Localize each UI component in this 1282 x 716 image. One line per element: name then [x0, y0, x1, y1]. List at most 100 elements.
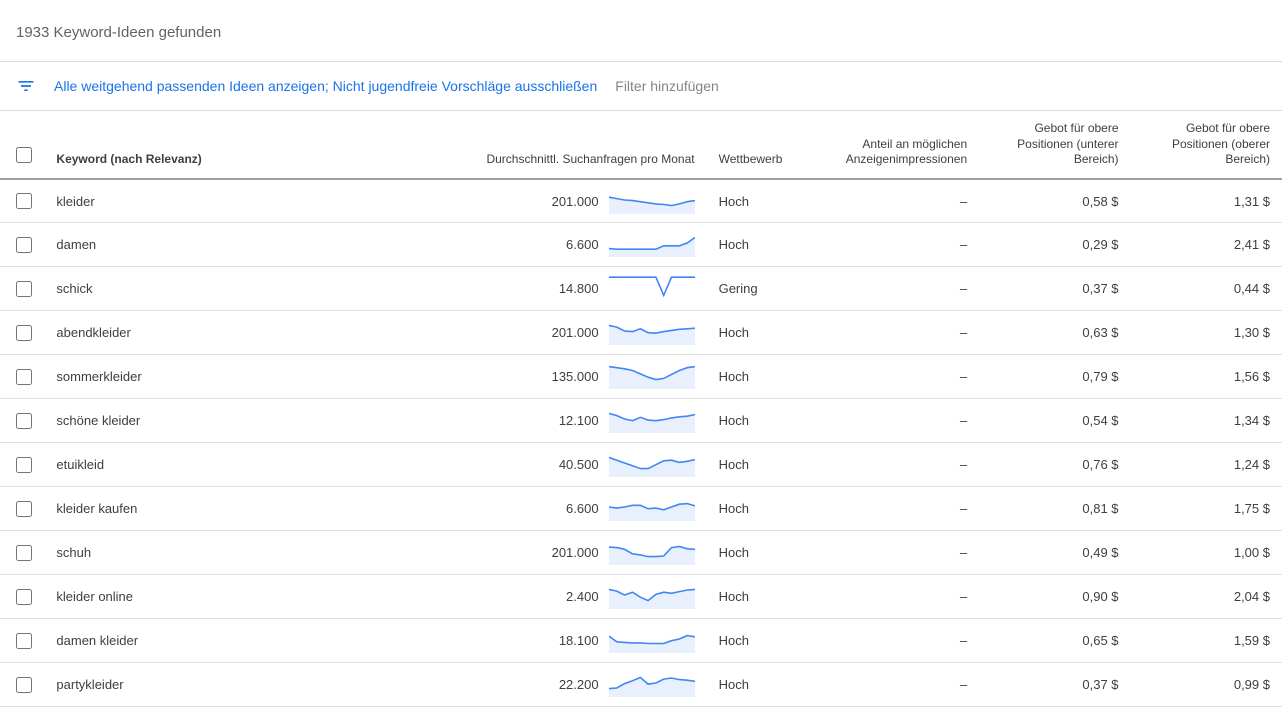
row-checkbox[interactable] — [16, 633, 32, 649]
cell-bid-low: 0,37 $ — [979, 663, 1130, 707]
cell-searches: 201.000 — [388, 179, 707, 223]
row-checkbox-cell — [0, 663, 44, 707]
cell-bid-high: 2,04 $ — [1131, 575, 1282, 619]
filter-bar: Alle weitgehend passenden Ideen anzeigen… — [0, 62, 1282, 111]
add-filter-link[interactable]: Filter hinzufügen — [615, 78, 719, 94]
cell-bid-high: 1,00 $ — [1131, 531, 1282, 575]
table-row: abendkleider 201.000 Hoch – 0,63 $ 1,30 … — [0, 311, 1282, 355]
header-impression-share[interactable]: Anteil an möglichen Anzeigenimpressionen — [828, 111, 979, 179]
cell-searches: 14.800 — [388, 267, 707, 311]
cell-bid-high: 2,41 $ — [1131, 223, 1282, 267]
sparkline-chart — [609, 493, 695, 524]
cell-searches: 18.100 — [388, 619, 707, 663]
row-checkbox-cell — [0, 619, 44, 663]
sparkline-chart — [609, 669, 695, 700]
row-checkbox[interactable] — [16, 369, 32, 385]
cell-bid-high: 1,75 $ — [1131, 487, 1282, 531]
cell-bid-high: 1,24 $ — [1131, 443, 1282, 487]
filter-icon[interactable] — [16, 76, 36, 96]
table-row: etuikleid 40.500 Hoch – 0,76 $ 1,24 $ — [0, 443, 1282, 487]
cell-competition: Hoch — [707, 575, 828, 619]
cell-competition: Hoch — [707, 487, 828, 531]
header-bid-low[interactable]: Gebot für obere Positionen (unterer Bere… — [979, 111, 1130, 179]
cell-competition: Hoch — [707, 619, 828, 663]
cell-competition: Gering — [707, 267, 828, 311]
sparkline-chart — [609, 186, 695, 217]
cell-bid-high: 1,34 $ — [1131, 399, 1282, 443]
cell-bid-low: 0,54 $ — [979, 399, 1130, 443]
row-checkbox[interactable] — [16, 457, 32, 473]
header-searches[interactable]: Durchschnittl. Suchanfragen pro Monat — [388, 111, 707, 179]
cell-impression-share: – — [828, 223, 979, 267]
keyword-ideas-table: Keyword (nach Relevanz) Durchschnittl. S… — [0, 111, 1282, 707]
cell-searches: 6.600 — [388, 223, 707, 267]
row-checkbox-cell — [0, 399, 44, 443]
table-row: damen 6.600 Hoch – 0,29 $ 2,41 $ — [0, 223, 1282, 267]
sparkline-chart — [609, 537, 695, 568]
search-volume: 18.100 — [539, 633, 599, 648]
row-checkbox-cell — [0, 443, 44, 487]
active-filters-link[interactable]: Alle weitgehend passenden Ideen anzeigen… — [54, 78, 597, 94]
cell-keyword: damen — [44, 223, 387, 267]
sparkline-chart — [609, 625, 695, 656]
cell-searches: 6.600 — [388, 487, 707, 531]
search-volume: 135.000 — [539, 369, 599, 384]
header-keyword[interactable]: Keyword (nach Relevanz) — [44, 111, 387, 179]
cell-keyword: damen kleider — [44, 619, 387, 663]
sparkline-chart — [609, 449, 695, 480]
cell-keyword: kleider online — [44, 575, 387, 619]
sparkline-chart — [609, 317, 695, 348]
row-checkbox[interactable] — [16, 281, 32, 297]
cell-searches: 12.100 — [388, 399, 707, 443]
row-checkbox[interactable] — [16, 545, 32, 561]
cell-keyword: schöne kleider — [44, 399, 387, 443]
results-count: 1933 Keyword-Ideen gefunden — [0, 0, 1282, 62]
cell-bid-low: 0,76 $ — [979, 443, 1130, 487]
table-row: sommerkleider 135.000 Hoch – 0,79 $ 1,56… — [0, 355, 1282, 399]
cell-keyword: sommerkleider — [44, 355, 387, 399]
cell-impression-share: – — [828, 311, 979, 355]
search-volume: 201.000 — [539, 194, 599, 209]
row-checkbox[interactable] — [16, 677, 32, 693]
cell-competition: Hoch — [707, 663, 828, 707]
cell-keyword: etuikleid — [44, 443, 387, 487]
table-row: kleider 201.000 Hoch – 0,58 $ 1,31 $ — [0, 179, 1282, 223]
row-checkbox[interactable] — [16, 237, 32, 253]
row-checkbox-cell — [0, 179, 44, 223]
cell-competition: Hoch — [707, 179, 828, 223]
table-row: partykleider 22.200 Hoch – 0,37 $ 0,99 $ — [0, 663, 1282, 707]
row-checkbox[interactable] — [16, 589, 32, 605]
search-volume: 6.600 — [539, 237, 599, 252]
cell-bid-high: 0,99 $ — [1131, 663, 1282, 707]
cell-keyword: kleider — [44, 179, 387, 223]
cell-searches: 201.000 — [388, 531, 707, 575]
cell-impression-share: – — [828, 355, 979, 399]
cell-bid-low: 0,81 $ — [979, 487, 1130, 531]
cell-bid-low: 0,58 $ — [979, 179, 1130, 223]
row-checkbox-cell — [0, 575, 44, 619]
header-bid-high[interactable]: Gebot für obere Positionen (oberer Berei… — [1131, 111, 1282, 179]
row-checkbox[interactable] — [16, 501, 32, 517]
row-checkbox-cell — [0, 267, 44, 311]
row-checkbox[interactable] — [16, 325, 32, 341]
cell-competition: Hoch — [707, 443, 828, 487]
table-row: kleider online 2.400 Hoch – 0,90 $ 2,04 … — [0, 575, 1282, 619]
search-volume: 14.800 — [539, 281, 599, 296]
cell-impression-share: – — [828, 619, 979, 663]
cell-searches: 2.400 — [388, 575, 707, 619]
row-checkbox-cell — [0, 531, 44, 575]
row-checkbox[interactable] — [16, 193, 32, 209]
search-volume: 22.200 — [539, 677, 599, 692]
cell-impression-share: – — [828, 531, 979, 575]
cell-impression-share: – — [828, 443, 979, 487]
cell-bid-high: 1,56 $ — [1131, 355, 1282, 399]
search-volume: 6.600 — [539, 501, 599, 516]
cell-bid-low: 0,65 $ — [979, 619, 1130, 663]
cell-competition: Hoch — [707, 223, 828, 267]
row-checkbox[interactable] — [16, 413, 32, 429]
cell-competition: Hoch — [707, 311, 828, 355]
select-all-checkbox[interactable] — [16, 147, 32, 163]
header-competition[interactable]: Wettbewerb — [707, 111, 828, 179]
cell-keyword: partykleider — [44, 663, 387, 707]
cell-bid-high: 1,30 $ — [1131, 311, 1282, 355]
